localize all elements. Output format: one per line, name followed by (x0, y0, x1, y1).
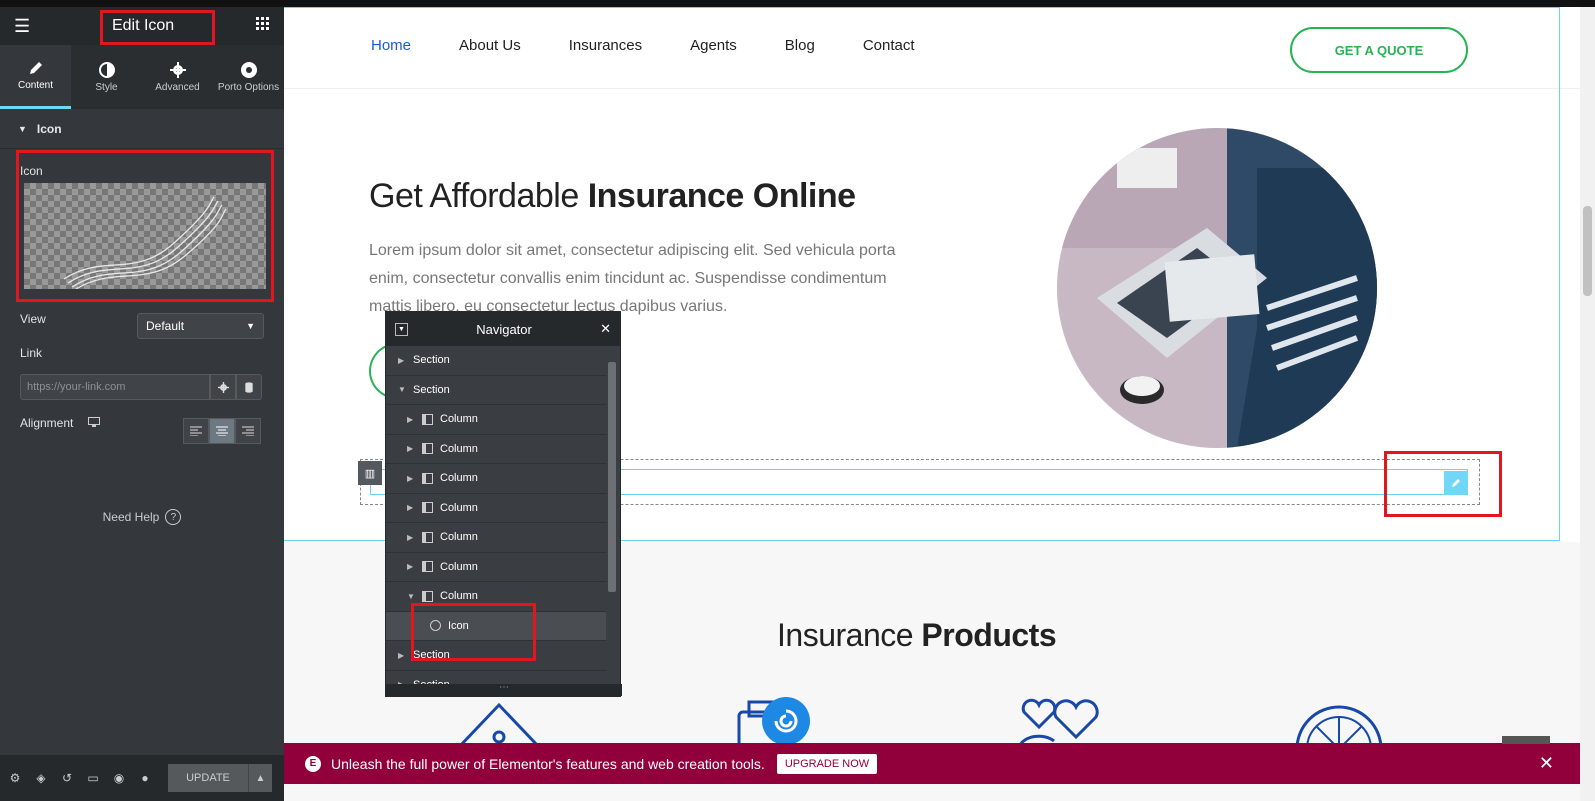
upgrade-now-button[interactable]: UPGRADE NOW (776, 753, 878, 774)
close-icon[interactable]: ✕ (600, 321, 611, 337)
contrast-icon (98, 61, 115, 78)
editor-panel: ☰ Edit Icon Content Style Advanced Porto… (0, 7, 284, 801)
navigator-item-section[interactable]: ▶Section (386, 346, 606, 376)
navigator-scrollbar[interactable] (607, 352, 617, 684)
navigator-header[interactable]: ▼ Navigator ✕ (386, 312, 620, 346)
caret-down-icon[interactable]: ▼ (407, 592, 415, 601)
column-icon (422, 531, 433, 543)
elementor-logo-icon: E (305, 755, 321, 772)
scroll-to-top-button[interactable] (1502, 736, 1550, 744)
dropdown-arrow-icon: ▼ (246, 321, 255, 331)
need-help-link[interactable]: Need Help ? (0, 509, 284, 525)
align-right-icon[interactable] (235, 418, 261, 444)
user-icon[interactable]: ● (138, 771, 152, 785)
dynamic-tags-database-icon[interactable] (236, 374, 262, 400)
column-icon (422, 413, 433, 425)
loading-spinner-icon (762, 697, 810, 745)
tab-porto-options[interactable]: Porto Options (213, 45, 284, 109)
navigator-item-section[interactable]: ▼ Section (386, 376, 606, 405)
view-select[interactable]: Default ▼ (137, 313, 264, 339)
hamburger-menu-icon[interactable]: ☰ (14, 16, 30, 37)
home-insurance-icon (457, 702, 541, 747)
link-input[interactable]: https://your-link.com (20, 374, 210, 400)
panel-footer: ⚙ ◈ ↺ ▭ ◉ ● UPDATE ▲ (0, 755, 284, 801)
layers-icon[interactable]: ◈ (34, 771, 48, 785)
navigator-item-section[interactable]: ▶Section (386, 671, 606, 684)
section-toggle-icon[interactable]: ▼ Icon (0, 109, 284, 149)
navigator-item-column[interactable]: ▶ Column (386, 553, 606, 582)
wheel-insurance-icon (1295, 705, 1383, 747)
align-left-icon[interactable] (183, 418, 209, 444)
navigator-item-column[interactable]: ▶ Column (386, 435, 606, 464)
update-options-caret-icon[interactable]: ▲ (248, 764, 272, 792)
section-handle-columns-icon[interactable]: ▥ (358, 461, 382, 485)
tab-advanced[interactable]: Advanced (142, 45, 213, 109)
navigator-collapse-icon[interactable]: ▼ (395, 322, 408, 336)
tab-content[interactable]: Content (0, 45, 71, 109)
caret-right-icon[interactable]: ▶ (407, 444, 415, 453)
porto-icon (240, 61, 257, 78)
panel-tabs: Content Style Advanced Porto Options (0, 45, 284, 109)
column-icon (422, 590, 433, 602)
widgets-grid-icon[interactable] (256, 16, 270, 36)
caret-down-icon[interactable]: ▼ (398, 385, 406, 394)
caret-right-icon[interactable]: ▶ (398, 356, 406, 365)
highlight-edit-icon-title (100, 10, 215, 45)
navigator-item-column[interactable]: ▶ Column (386, 405, 606, 435)
column-icon (422, 443, 433, 455)
column-icon (422, 502, 433, 514)
caret-right-icon[interactable]: ▶ (407, 562, 415, 571)
tab-style[interactable]: Style (71, 45, 142, 109)
caret-down-icon: ▼ (18, 123, 27, 134)
preview-eye-icon[interactable]: ◉ (112, 771, 126, 785)
desktop-responsive-icon[interactable] (88, 417, 100, 430)
update-button[interactable]: UPDATE (168, 764, 248, 792)
pencil-icon (29, 62, 42, 74)
view-label: View (20, 312, 46, 326)
highlight-edit-pencil (1384, 451, 1502, 517)
hero-title: Get Affordable Insurance Online (369, 177, 856, 215)
page-scrollbar[interactable] (1580, 7, 1595, 801)
settings-gear-icon[interactable]: ⚙ (8, 771, 22, 785)
column-icon (422, 561, 433, 573)
question-circle-icon: ? (165, 509, 182, 525)
navigator-resize-handle[interactable]: ⋯ (386, 683, 622, 696)
history-icon[interactable]: ↺ (60, 771, 74, 785)
caret-right-icon[interactable]: ▶ (407, 503, 415, 512)
navigator-item-column[interactable]: ▶ Column (386, 464, 606, 494)
close-banner-icon[interactable]: ✕ (1539, 753, 1554, 774)
gear-icon (169, 61, 186, 78)
link-label: Link (20, 346, 43, 360)
responsive-mode-icon[interactable]: ▭ (86, 771, 100, 785)
navigator-item-column[interactable]: ▶ Column (386, 523, 606, 553)
caret-right-icon[interactable]: ▶ (407, 415, 415, 424)
alignment-label: Alignment (20, 416, 74, 430)
products-title: Insurance Products (777, 617, 1057, 653)
browser-top-strip (0, 0, 1595, 7)
alignment-buttons (183, 418, 261, 444)
hero-paragraph: Lorem ipsum dolor sit amet, consectetur … (369, 242, 896, 315)
highlight-icon-control (16, 150, 274, 302)
align-center-icon[interactable] (209, 418, 235, 444)
column-icon (422, 472, 433, 484)
link-options-gear-icon[interactable] (210, 374, 236, 400)
caret-right-icon[interactable]: ▶ (407, 533, 415, 542)
highlight-navigator-icon (411, 603, 536, 661)
health-insurance-hearts-icon (1017, 698, 1099, 747)
navigator-item-column[interactable]: ▶ Column (386, 494, 606, 523)
hero-photo (1057, 128, 1377, 448)
caret-right-icon[interactable]: ▶ (398, 651, 406, 660)
caret-right-icon[interactable]: ▶ (407, 474, 415, 483)
upgrade-banner: E Unleash the full power of Elementor's … (284, 743, 1580, 784)
